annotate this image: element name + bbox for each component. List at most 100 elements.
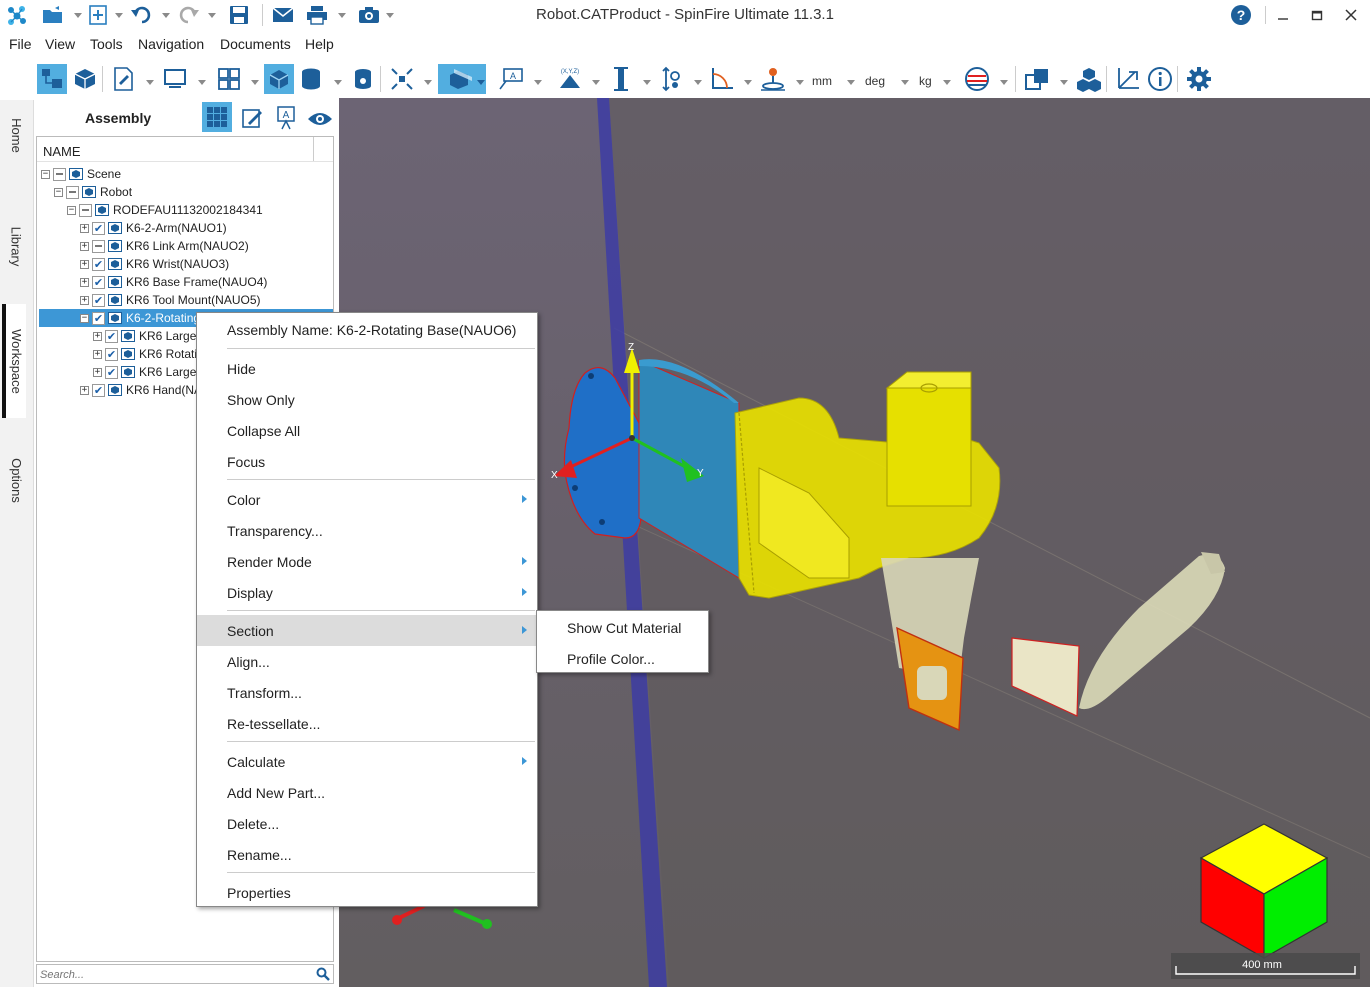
menu-item-show-only[interactable]: Show Only: [197, 384, 537, 415]
menu-item-transform[interactable]: Transform...: [197, 677, 537, 708]
clearance-dropdown-arrow[interactable]: [694, 80, 702, 85]
menu-tools[interactable]: Tools: [90, 36, 123, 52]
menu-item-re-tessellate[interactable]: Re-tessellate...: [197, 708, 537, 739]
explode-icon[interactable]: [387, 64, 417, 94]
tree-row[interactable]: + ✔ KR6 Rotati: [93, 345, 197, 363]
expand-toggle-icon[interactable]: +: [80, 295, 89, 305]
visibility-checkbox[interactable]: [53, 167, 66, 181]
collapse-toggle-icon[interactable]: −: [41, 169, 50, 179]
section-dropdown-arrow[interactable]: [477, 80, 485, 85]
close-icon[interactable]: [1340, 4, 1362, 26]
assembly-tree-button[interactable]: [37, 64, 67, 94]
viewport-icon[interactable]: [160, 64, 190, 94]
expand-toggle-icon[interactable]: +: [93, 349, 102, 359]
menu-help[interactable]: Help: [305, 36, 334, 52]
length-unit-dropdown-arrow[interactable]: [847, 80, 855, 85]
visibility-checkbox[interactable]: [79, 203, 92, 217]
annotation-icon[interactable]: A: [496, 64, 526, 94]
explode-dropdown-arrow[interactable]: [424, 80, 432, 85]
part-cube-icon[interactable]: [70, 64, 100, 94]
mass-unit-dropdown-arrow[interactable]: [943, 80, 951, 85]
section-tool-button[interactable]: [438, 64, 486, 94]
visibility-checkbox[interactable]: ✔: [92, 293, 105, 307]
expand-toggle-icon[interactable]: +: [80, 241, 89, 251]
length-unit-selector[interactable]: mm: [812, 74, 832, 88]
collapse-toggle-icon[interactable]: −: [54, 187, 63, 197]
tree-row[interactable]: + ✔ KR6 Large: [93, 327, 196, 345]
compare-dropdown-arrow[interactable]: [1060, 80, 1068, 85]
layout-grid-icon[interactable]: [214, 64, 244, 94]
expand-toggle-icon[interactable]: +: [93, 367, 102, 377]
visibility-checkbox[interactable]: ✔: [92, 257, 105, 271]
show-cut-material-item[interactable]: Show Cut Material: [537, 612, 708, 643]
edit-notes-icon[interactable]: [238, 104, 266, 132]
tree-row[interactable]: + ✔ KR6 Tool Mount(NAUO5): [80, 291, 261, 309]
menu-file[interactable]: File: [9, 36, 32, 52]
tree-search-box[interactable]: [36, 964, 334, 984]
tree-row[interactable]: + ✔ KR6 Base Frame(NAUO4): [80, 273, 267, 291]
collapse-toggle-icon[interactable]: −: [80, 313, 89, 323]
distance-measure-icon[interactable]: [606, 64, 636, 94]
maximize-icon[interactable]: [1306, 4, 1328, 26]
menu-view[interactable]: View: [45, 36, 75, 52]
coordinate-point-icon[interactable]: (X,Y,Z): [555, 64, 585, 94]
menu-item-calculate[interactable]: Calculate: [197, 746, 537, 777]
axis-system-icon[interactable]: [1113, 64, 1143, 94]
visibility-checkbox[interactable]: ✔: [105, 329, 118, 343]
mass-unit-selector[interactable]: kg: [919, 74, 932, 88]
markup-document-icon[interactable]: [108, 64, 138, 94]
tree-row[interactable]: + ✔ KR6 Large: [93, 363, 196, 381]
coordinate-dropdown-arrow[interactable]: [592, 80, 600, 85]
compare-icon[interactable]: [1022, 64, 1052, 94]
layout-dropdown-arrow[interactable]: [251, 80, 259, 85]
distance-dropdown-arrow[interactable]: [643, 80, 651, 85]
tree-row[interactable]: + ✔ KR6 Hand(NA: [80, 381, 202, 399]
angle-dropdown-arrow[interactable]: [744, 80, 752, 85]
visibility-eye-icon[interactable]: [306, 108, 334, 130]
expand-toggle-icon[interactable]: +: [80, 223, 89, 233]
expand-toggle-icon[interactable]: +: [93, 331, 102, 341]
menu-item-align[interactable]: Align...: [197, 646, 537, 677]
tab-options[interactable]: Options: [4, 430, 28, 530]
menu-item-collapse-all[interactable]: Collapse All: [197, 415, 537, 446]
menu-item-rename[interactable]: Rename...: [197, 839, 537, 870]
tree-row[interactable]: + ✔ KR6 Wrist(NAUO3): [80, 255, 229, 273]
tab-workspace[interactable]: Workspace: [2, 304, 26, 418]
cubes-icon[interactable]: [1074, 64, 1104, 94]
collapse-toggle-icon[interactable]: −: [67, 205, 76, 215]
visibility-checkbox[interactable]: ✔: [105, 365, 118, 379]
help-icon[interactable]: ?: [1229, 4, 1253, 26]
menu-item-section[interactable]: Section: [197, 615, 537, 646]
palette-dropdown-arrow[interactable]: [1000, 80, 1008, 85]
tree-row[interactable]: − Robot: [54, 183, 132, 201]
text-label-icon[interactable]: A: [272, 104, 300, 132]
angle-unit-selector[interactable]: deg: [865, 74, 885, 88]
layers-icon[interactable]: [348, 64, 378, 94]
angle-unit-dropdown-arrow[interactable]: [901, 80, 909, 85]
visibility-checkbox[interactable]: ✔: [92, 221, 105, 235]
visibility-checkbox[interactable]: ✔: [92, 275, 105, 289]
expand-toggle-icon[interactable]: +: [80, 259, 89, 269]
menu-item-render-mode[interactable]: Render Mode: [197, 546, 537, 577]
tree-row[interactable]: − RODEFAU11132002184341: [67, 201, 263, 219]
angle-measure-icon[interactable]: [707, 64, 737, 94]
viewport-dropdown-arrow[interactable]: [198, 80, 206, 85]
tree-view-grid-icon[interactable]: [202, 102, 232, 132]
name-column-header[interactable]: NAME: [43, 144, 81, 159]
visibility-checkbox[interactable]: [66, 185, 79, 199]
visibility-checkbox[interactable]: ✔: [105, 347, 118, 361]
visibility-checkbox[interactable]: ✔: [92, 311, 105, 325]
search-input[interactable]: [40, 967, 310, 982]
database-dropdown-arrow[interactable]: [334, 80, 342, 85]
visibility-checkbox[interactable]: ✔: [92, 383, 105, 397]
expand-toggle-icon[interactable]: +: [80, 277, 89, 287]
shaded-view-icon[interactable]: [264, 64, 294, 94]
menu-item-transparency[interactable]: Transparency...: [197, 515, 537, 546]
tree-row[interactable]: + KR6 Link Arm(NAUO2): [80, 237, 249, 255]
menu-documents[interactable]: Documents: [220, 36, 291, 52]
menu-navigation[interactable]: Navigation: [138, 36, 204, 52]
search-icon[interactable]: [316, 967, 330, 984]
markup-dropdown-arrow[interactable]: [146, 80, 154, 85]
mass-dropdown-arrow[interactable]: [796, 80, 804, 85]
expand-toggle-icon[interactable]: +: [80, 385, 89, 395]
